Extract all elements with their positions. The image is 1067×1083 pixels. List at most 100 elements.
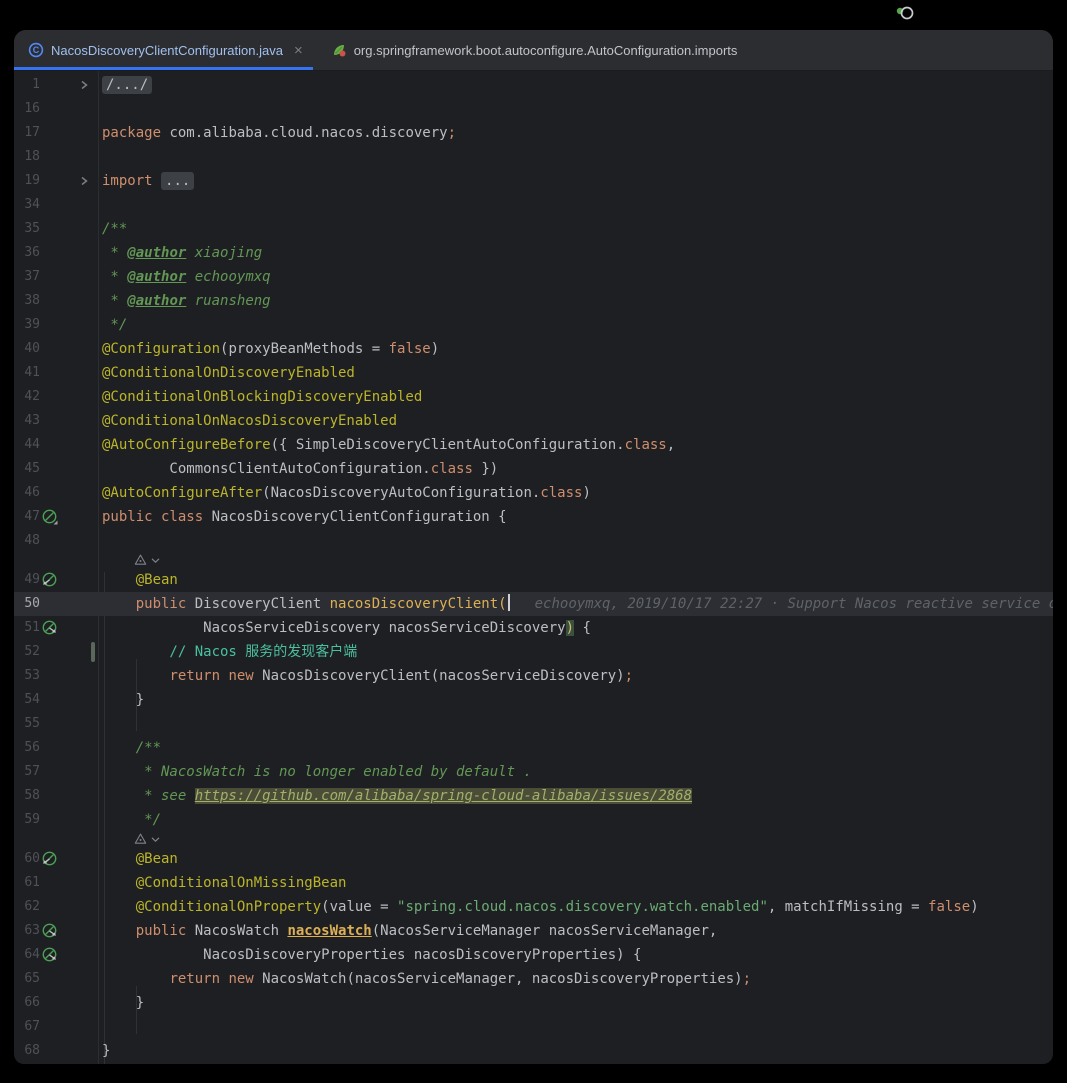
line-number[interactable]: 1 <box>14 73 40 97</box>
line-number[interactable]: 53 <box>14 664 40 688</box>
code-line[interactable]: 19import ... <box>14 169 1053 193</box>
code-line[interactable]: 44@AutoConfigureBefore({ SimpleDiscovery… <box>14 433 1053 457</box>
code-text: } <box>102 688 1053 712</box>
code-text: CommonsClientAutoConfiguration.class }) <box>102 457 1053 481</box>
inline-hint-row <box>14 553 1053 568</box>
line-number[interactable]: 19 <box>14 169 40 193</box>
line-number[interactable]: 52 <box>14 640 40 664</box>
fold-chevron-icon[interactable] <box>78 175 90 187</box>
line-number[interactable]: 47 <box>14 505 40 529</box>
code-line[interactable]: 47public class NacosDiscoveryClientConfi… <box>14 505 1053 529</box>
code-line[interactable]: 53 return new NacosDiscoveryClient(nacos… <box>14 664 1053 688</box>
code-line[interactable]: 36 * @author xiaojing <box>14 241 1053 265</box>
line-number[interactable]: 36 <box>14 241 40 265</box>
code-line[interactable]: 16 <box>14 97 1053 121</box>
code-line[interactable]: 61 @ConditionalOnMissingBean <box>14 871 1053 895</box>
code-line[interactable]: 17package com.alibaba.cloud.nacos.discov… <box>14 121 1053 145</box>
line-number[interactable]: 62 <box>14 895 40 919</box>
line-number[interactable]: 17 <box>14 121 40 145</box>
line-number[interactable]: 67 <box>14 1015 40 1039</box>
line-number[interactable]: 44 <box>14 433 40 457</box>
line-number[interactable]: 37 <box>14 265 40 289</box>
line-number[interactable]: 55 <box>14 712 40 736</box>
code-line[interactable]: 63 public NacosWatch nacosWatch(NacosSer… <box>14 919 1053 943</box>
code-line[interactable]: 50 public DiscoveryClient nacosDiscovery… <box>14 592 1053 616</box>
code-line[interactable]: 66 } <box>14 991 1053 1015</box>
tab-imports-file[interactable]: org.springframework.boot.autoconfigure.A… <box>313 30 748 70</box>
line-number[interactable]: 46 <box>14 481 40 505</box>
code-line[interactable]: 60 @Bean <box>14 847 1053 871</box>
line-number[interactable]: 16 <box>14 97 40 121</box>
line-number[interactable]: 60 <box>14 847 40 871</box>
code-line[interactable]: 39 */ <box>14 313 1053 337</box>
code-line[interactable]: 1/.../ <box>14 73 1053 97</box>
line-number[interactable]: 56 <box>14 736 40 760</box>
window-artifact-icon <box>895 4 917 24</box>
fold-chevron-icon[interactable] <box>78 79 90 91</box>
line-number[interactable]: 45 <box>14 457 40 481</box>
line-number[interactable]: 68 <box>14 1039 40 1063</box>
line-number[interactable]: 57 <box>14 760 40 784</box>
ai-inlay-icon[interactable] <box>134 554 160 566</box>
code-line[interactable]: 68} <box>14 1039 1053 1063</box>
code-line[interactable]: 46@AutoConfigureAfter(NacosDiscoveryAuto… <box>14 481 1053 505</box>
code-line[interactable]: 52 // Nacos 服务的发现客户端 <box>14 640 1053 664</box>
code-line[interactable]: 58 * see https://github.com/alibaba/spri… <box>14 784 1053 808</box>
line-number[interactable]: 63 <box>14 919 40 943</box>
spring-bean-icon[interactable] <box>41 571 59 589</box>
line-number[interactable]: 65 <box>14 967 40 991</box>
code-text: return new NacosWatch(nacosServiceManage… <box>102 967 1053 991</box>
code-line[interactable]: 54 } <box>14 688 1053 712</box>
tab-java-file[interactable]: C NacosDiscoveryClientConfiguration.java… <box>14 30 313 70</box>
ai-inlay-icon[interactable] <box>134 833 160 845</box>
spring-bean-icon[interactable] <box>41 850 59 868</box>
line-number[interactable]: 61 <box>14 871 40 895</box>
code-line[interactable]: 18 <box>14 145 1053 169</box>
line-number[interactable]: 35 <box>14 217 40 241</box>
code-line[interactable]: 43@ConditionalOnNacosDiscoveryEnabled <box>14 409 1053 433</box>
line-number[interactable]: 18 <box>14 145 40 169</box>
code-line[interactable]: 55 <box>14 712 1053 736</box>
code-line[interactable]: 59 */ <box>14 808 1053 832</box>
code-line[interactable]: 51 NacosServiceDiscovery nacosServiceDis… <box>14 616 1053 640</box>
line-number[interactable]: 41 <box>14 361 40 385</box>
line-number[interactable]: 40 <box>14 337 40 361</box>
code-line[interactable]: 48 <box>14 529 1053 553</box>
code-line[interactable]: 40@Configuration(proxyBeanMethods = fals… <box>14 337 1053 361</box>
code-line[interactable]: 65 return new NacosWatch(nacosServiceMan… <box>14 967 1053 991</box>
code-line[interactable]: 49 @Bean <box>14 568 1053 592</box>
line-number[interactable]: 58 <box>14 784 40 808</box>
spring-bean-icon[interactable] <box>41 619 59 637</box>
line-number[interactable]: 59 <box>14 808 40 832</box>
line-number[interactable]: 64 <box>14 943 40 967</box>
code-line[interactable]: 38 * @author ruansheng <box>14 289 1053 313</box>
code-line[interactable]: 56 /** <box>14 736 1053 760</box>
line-number[interactable]: 34 <box>14 193 40 217</box>
line-number[interactable]: 50 <box>14 592 40 616</box>
line-number[interactable]: 48 <box>14 529 40 553</box>
line-number[interactable]: 51 <box>14 616 40 640</box>
spring-bean-icon[interactable] <box>41 508 59 526</box>
line-number[interactable]: 39 <box>14 313 40 337</box>
code-line[interactable]: 42@ConditionalOnBlockingDiscoveryEnabled <box>14 385 1053 409</box>
line-number[interactable]: 49 <box>14 568 40 592</box>
code-line[interactable]: 37 * @author echooymxq <box>14 265 1053 289</box>
line-number[interactable]: 42 <box>14 385 40 409</box>
spring-bean-icon[interactable] <box>41 946 59 964</box>
code-line[interactable]: 41@ConditionalOnDiscoveryEnabled <box>14 361 1053 385</box>
close-icon[interactable]: × <box>294 43 303 58</box>
spring-bean-icon[interactable] <box>41 922 59 940</box>
code-line[interactable]: 45 CommonsClientAutoConfiguration.class … <box>14 457 1053 481</box>
code-line[interactable]: 62 @ConditionalOnProperty(value = "sprin… <box>14 895 1053 919</box>
code-line[interactable]: 57 * NacosWatch is no longer enabled by … <box>14 760 1053 784</box>
line-number[interactable]: 43 <box>14 409 40 433</box>
code-line[interactable]: 35/** <box>14 217 1053 241</box>
code-line[interactable]: 64 NacosDiscoveryProperties nacosDiscove… <box>14 943 1053 967</box>
line-number[interactable]: 54 <box>14 688 40 712</box>
code-line[interactable]: 67 <box>14 1015 1053 1039</box>
line-number[interactable]: 66 <box>14 991 40 1015</box>
line-number[interactable]: 38 <box>14 289 40 313</box>
code-line[interactable]: 34 <box>14 193 1053 217</box>
vcs-change-marker[interactable] <box>91 642 95 662</box>
editor-window: C NacosDiscoveryClientConfiguration.java… <box>14 30 1053 1064</box>
